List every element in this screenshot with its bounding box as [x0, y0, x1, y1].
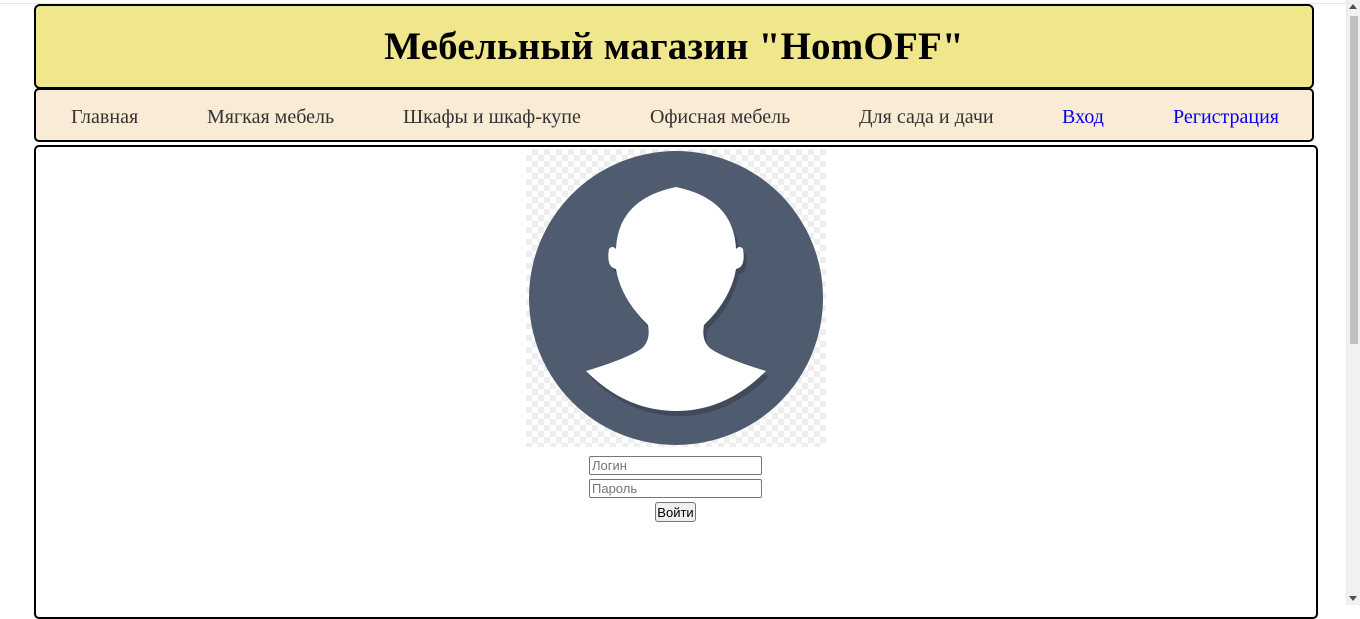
nav-item-register[interactable]: Регистрация	[1173, 106, 1279, 129]
nav-item-office-furniture[interactable]: Офисная мебель	[650, 106, 790, 129]
nav-item-wardrobes[interactable]: Шкафы и шкаф-купе	[403, 106, 581, 129]
password-input[interactable]	[589, 479, 762, 498]
nav-item-home[interactable]: Главная	[71, 106, 138, 129]
scroll-down-arrow-icon[interactable]	[1349, 596, 1357, 601]
user-avatar-icon	[526, 149, 826, 447]
submit-login-button[interactable]: Войти	[655, 502, 696, 522]
nav-item-login[interactable]: Вход	[1062, 106, 1104, 129]
nav-item-garden[interactable]: Для сада и дачи	[859, 106, 994, 129]
main-nav: Главная Мягкая мебель Шкафы и шкаф-купе …	[34, 88, 1314, 142]
scrollbar-thumb[interactable]	[1350, 16, 1358, 344]
scroll-up-arrow-icon[interactable]	[1349, 4, 1357, 9]
nav-item-soft-furniture[interactable]: Мягкая мебель	[207, 106, 334, 129]
site-header: Мебельный магазин "HomOFF"	[34, 4, 1314, 89]
login-input[interactable]	[589, 456, 762, 475]
site-title: Мебельный магазин "HomOFF"	[384, 25, 964, 68]
vertical-scrollbar[interactable]	[1346, 0, 1360, 605]
